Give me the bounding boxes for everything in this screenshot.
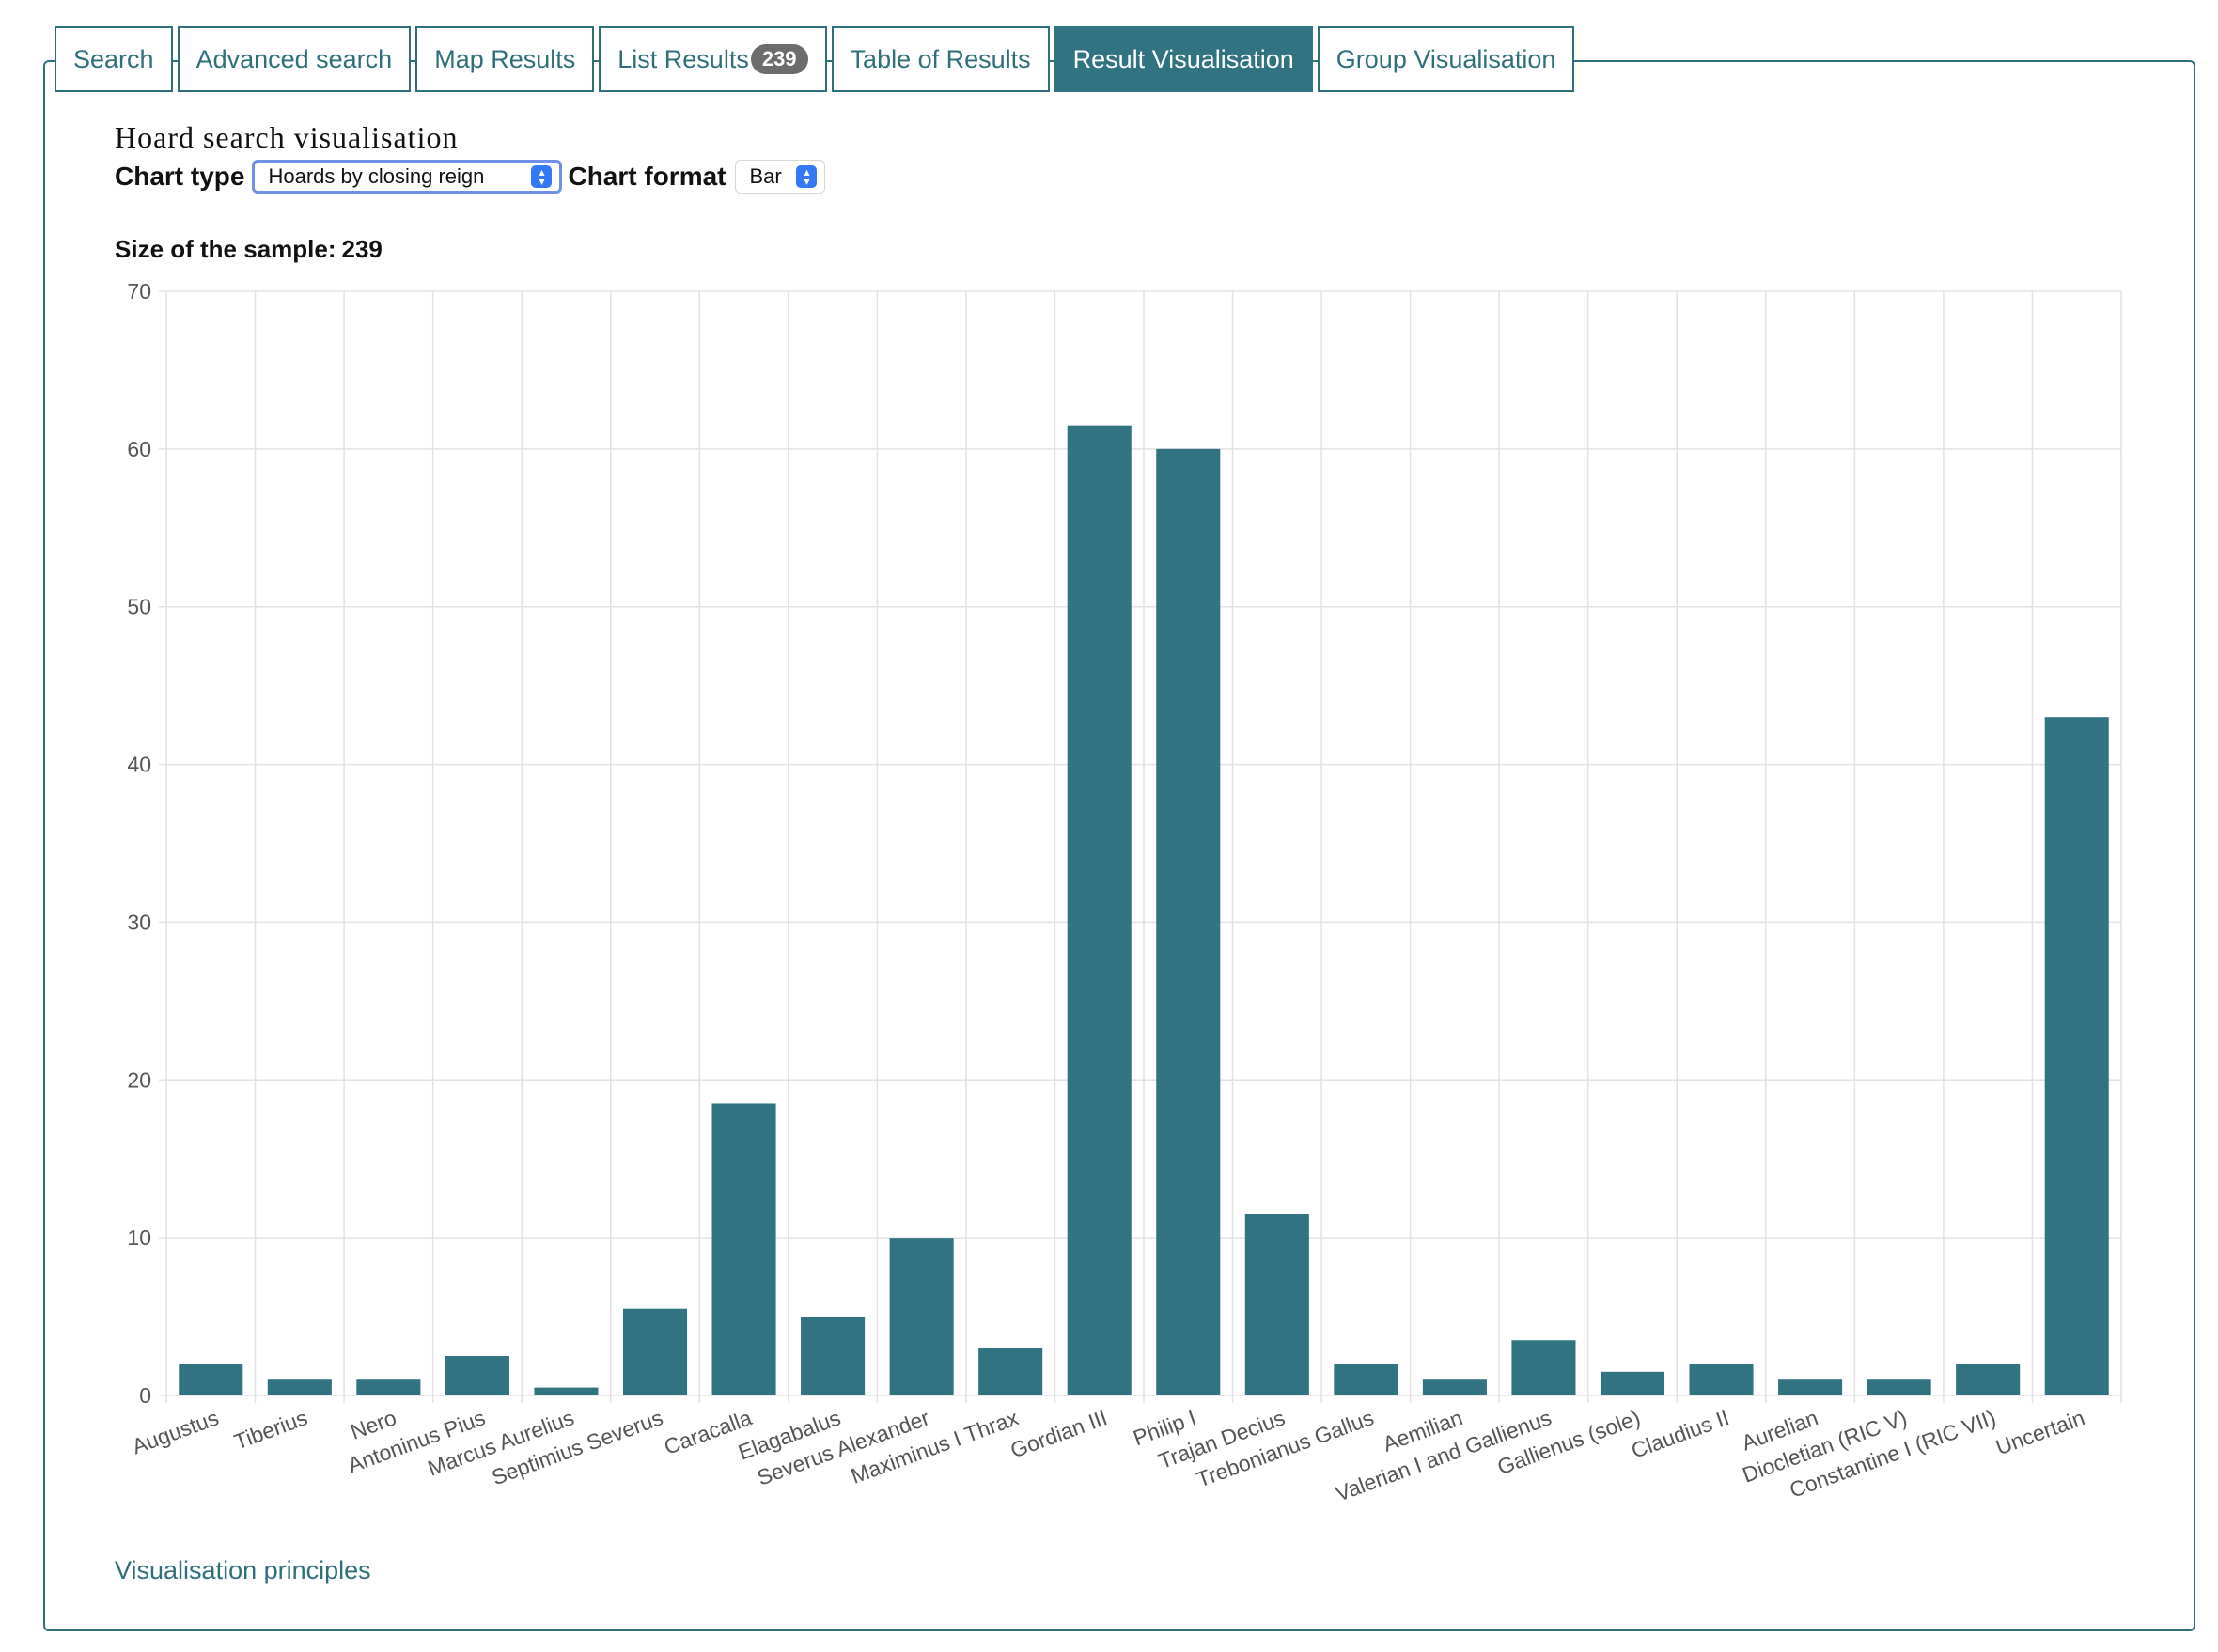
chart-type-select[interactable]: Hoards by closing reign ▴ ▾ xyxy=(252,160,563,194)
tab-advanced-search[interactable]: Advanced search xyxy=(177,26,412,92)
x-category-label: Tiberius xyxy=(231,1405,311,1454)
bar xyxy=(267,1379,332,1395)
result-count-badge: 239 xyxy=(750,44,808,74)
bar xyxy=(711,1103,776,1395)
sample-size-value: 239 xyxy=(341,235,383,263)
chart-format-value: Bar xyxy=(749,164,782,188)
sample-size: Size of the sample: 239 xyxy=(115,235,383,264)
x-category-label: Claudius II xyxy=(1628,1405,1732,1463)
tab-result-visualisation[interactable]: Result Visualisation xyxy=(1054,26,1313,92)
bar xyxy=(1778,1379,1843,1395)
tab-list-results[interactable]: List Results 239 xyxy=(599,26,827,92)
chart-type-value: Hoards by closing reign xyxy=(268,164,485,188)
bar xyxy=(1956,1364,2021,1395)
tab-bar: Search Advanced search Map Results List … xyxy=(55,26,1575,92)
x-category-label: Gordian III xyxy=(1007,1405,1111,1462)
y-tick-label: 20 xyxy=(127,1068,151,1092)
tab-label: Table of Results xyxy=(850,44,1031,73)
tab-label: Advanced search xyxy=(195,44,393,73)
tab-table-of-results[interactable]: Table of Results xyxy=(831,26,1050,92)
bar xyxy=(534,1387,599,1395)
visualisation-principles-link[interactable]: Visualisation principles xyxy=(115,1556,371,1585)
y-tick-label: 0 xyxy=(139,1383,151,1408)
bar xyxy=(889,1238,954,1395)
bar xyxy=(179,1364,243,1395)
bar xyxy=(622,1308,688,1395)
page-title: Hoard search visualisation xyxy=(115,120,459,154)
y-tick-label: 10 xyxy=(127,1225,151,1250)
tab-label: Group Visualisation xyxy=(1335,44,1556,73)
bar xyxy=(1067,425,1132,1395)
x-category-label: Augustus xyxy=(129,1405,222,1458)
y-tick-label: 60 xyxy=(127,437,151,461)
bar xyxy=(978,1348,1043,1395)
select-arrows-icon: ▴ ▾ xyxy=(531,165,553,188)
tab-group-visualisation[interactable]: Group Visualisation xyxy=(1317,26,1575,92)
y-tick-label: 40 xyxy=(127,753,151,777)
bar xyxy=(1511,1340,1576,1395)
bar xyxy=(445,1356,509,1395)
bar xyxy=(1867,1379,1931,1395)
chart-format-label: Chart format xyxy=(568,162,726,191)
chart-controls: Chart type Hoards by closing reign ▴ ▾ Ch… xyxy=(115,158,826,195)
select-arrows-icon: ▴ ▾ xyxy=(796,165,818,188)
tab-search[interactable]: Search xyxy=(55,26,173,92)
hoards-bar-chart: 010203040506070Augustus Tiberius NeroAnton… xyxy=(127,279,2122,1506)
bar xyxy=(1156,448,1221,1395)
bar xyxy=(1600,1371,1665,1395)
tab-label: Result Visualisation xyxy=(1072,44,1294,73)
chart-type-label: Chart type xyxy=(115,162,245,191)
y-tick-label: 70 xyxy=(127,279,151,304)
bar xyxy=(1689,1364,1754,1395)
bar xyxy=(2044,717,2109,1395)
tab-label: List Results xyxy=(617,44,749,73)
tab-map-results[interactable]: Map Results xyxy=(415,26,595,92)
y-tick-label: 30 xyxy=(127,910,151,934)
bar xyxy=(801,1317,866,1395)
y-tick-label: 50 xyxy=(127,595,151,619)
bar xyxy=(1422,1379,1487,1395)
x-category-label: Uncertain xyxy=(1992,1405,2087,1459)
chart-format-select[interactable]: Bar ▴ ▾ xyxy=(735,160,826,194)
sample-size-label: Size of the sample: xyxy=(115,235,336,263)
bar xyxy=(1244,1213,1309,1395)
tab-label: Search xyxy=(73,44,154,73)
tab-label: Map Results xyxy=(434,44,576,73)
bar xyxy=(356,1379,421,1395)
bar xyxy=(1334,1364,1398,1395)
